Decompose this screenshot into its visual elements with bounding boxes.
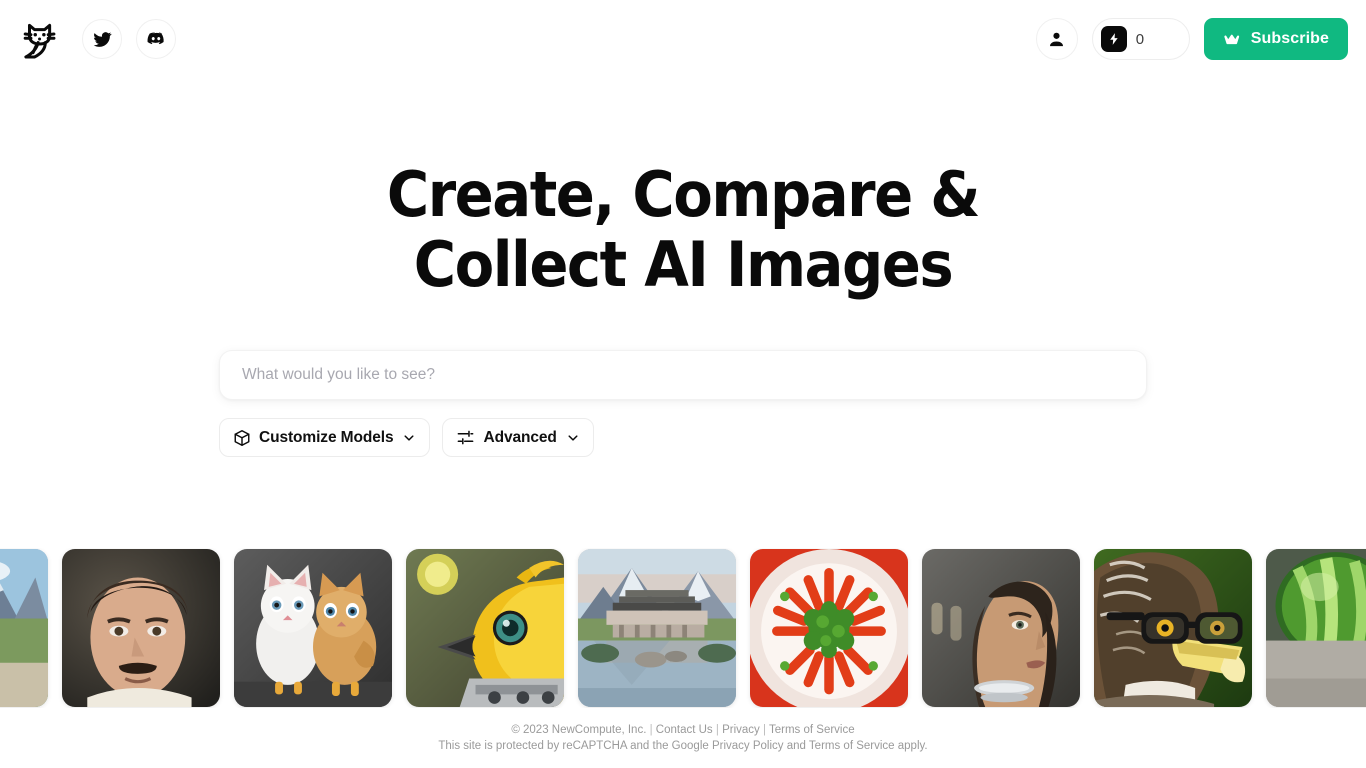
footer-separator: | <box>649 724 653 736</box>
chevron-down-icon <box>402 431 416 445</box>
top-header: 0 Subscribe <box>0 0 1366 78</box>
credits-count: 0 <box>1135 30 1145 48</box>
gallery-item[interactable] <box>1266 549 1366 707</box>
image-gallery[interactable] <box>0 548 1366 708</box>
google-terms-link[interactable]: Terms of Service <box>809 740 895 752</box>
google-privacy-policy-link[interactable]: Privacy Policy <box>712 740 784 752</box>
gallery-item[interactable] <box>578 549 736 707</box>
gallery-item[interactable] <box>1094 549 1252 707</box>
footer-separator: | <box>763 724 766 736</box>
user-avatar-icon <box>1050 32 1064 46</box>
twitter-button[interactable] <box>82 19 122 59</box>
cube-icon <box>234 429 250 446</box>
page-title: Create, Compare & Collect AI Images <box>330 160 1037 300</box>
advanced-button[interactable]: Advanced <box>442 418 594 457</box>
prompt-section: Customize Models Advanced <box>219 350 1147 457</box>
discord-icon <box>147 32 164 45</box>
gallery-item[interactable] <box>750 549 908 707</box>
recaptcha-suffix: apply. <box>894 740 928 752</box>
header-right-group: 0 Subscribe <box>1035 18 1348 60</box>
header-left-group <box>14 11 176 67</box>
terms-of-service-link[interactable]: Terms of Service <box>769 724 855 736</box>
crown-icon <box>1224 34 1239 44</box>
gallery-item[interactable] <box>62 549 220 707</box>
gallery-item[interactable] <box>922 549 1080 707</box>
gallery-item[interactable] <box>234 549 392 707</box>
recaptcha-and: and <box>783 740 809 752</box>
lightning-bolt-icon <box>1100 26 1127 52</box>
credits-badge[interactable]: 0 <box>1091 18 1190 60</box>
prompt-input[interactable] <box>219 350 1147 400</box>
page-title-line-1: Create, Compare & <box>386 158 981 231</box>
copyright-text: © 2023 NewCompute, Inc. <box>511 724 647 736</box>
contact-us-link[interactable]: Contact Us <box>656 724 713 736</box>
twitter-icon <box>93 31 112 47</box>
page-title-line-2: Collect AI Images <box>413 228 954 301</box>
hero-section: Create, Compare & Collect AI Images <box>0 160 1366 300</box>
subscribe-button[interactable]: Subscribe <box>1203 18 1348 60</box>
cat-logo-icon[interactable] <box>14 11 68 67</box>
customize-models-label: Customize Models <box>259 428 394 446</box>
subscribe-label: Subscribe <box>1250 30 1329 47</box>
gallery-item[interactable] <box>0 549 48 707</box>
prompt-options-row: Customize Models Advanced <box>219 418 594 457</box>
privacy-link[interactable]: Privacy <box>722 724 760 736</box>
footer: © 2023 NewCompute, Inc. | Contact Us | P… <box>0 723 1366 754</box>
customize-models-button[interactable]: Customize Models <box>219 418 431 457</box>
avatar[interactable] <box>1035 18 1078 60</box>
discord-button[interactable] <box>136 19 176 59</box>
gallery-item[interactable] <box>406 549 564 707</box>
advanced-label: Advanced <box>483 428 557 446</box>
footer-separator: | <box>715 724 719 736</box>
chevron-down-icon <box>566 431 580 445</box>
recaptcha-prefix: This site is protected by reCAPTCHA and … <box>438 740 712 752</box>
footer-links-line: © 2023 NewCompute, Inc. | Contact Us | P… <box>0 723 1366 738</box>
sliders-icon <box>458 430 474 445</box>
recaptcha-notice: This site is protected by reCAPTCHA and … <box>0 739 1366 754</box>
